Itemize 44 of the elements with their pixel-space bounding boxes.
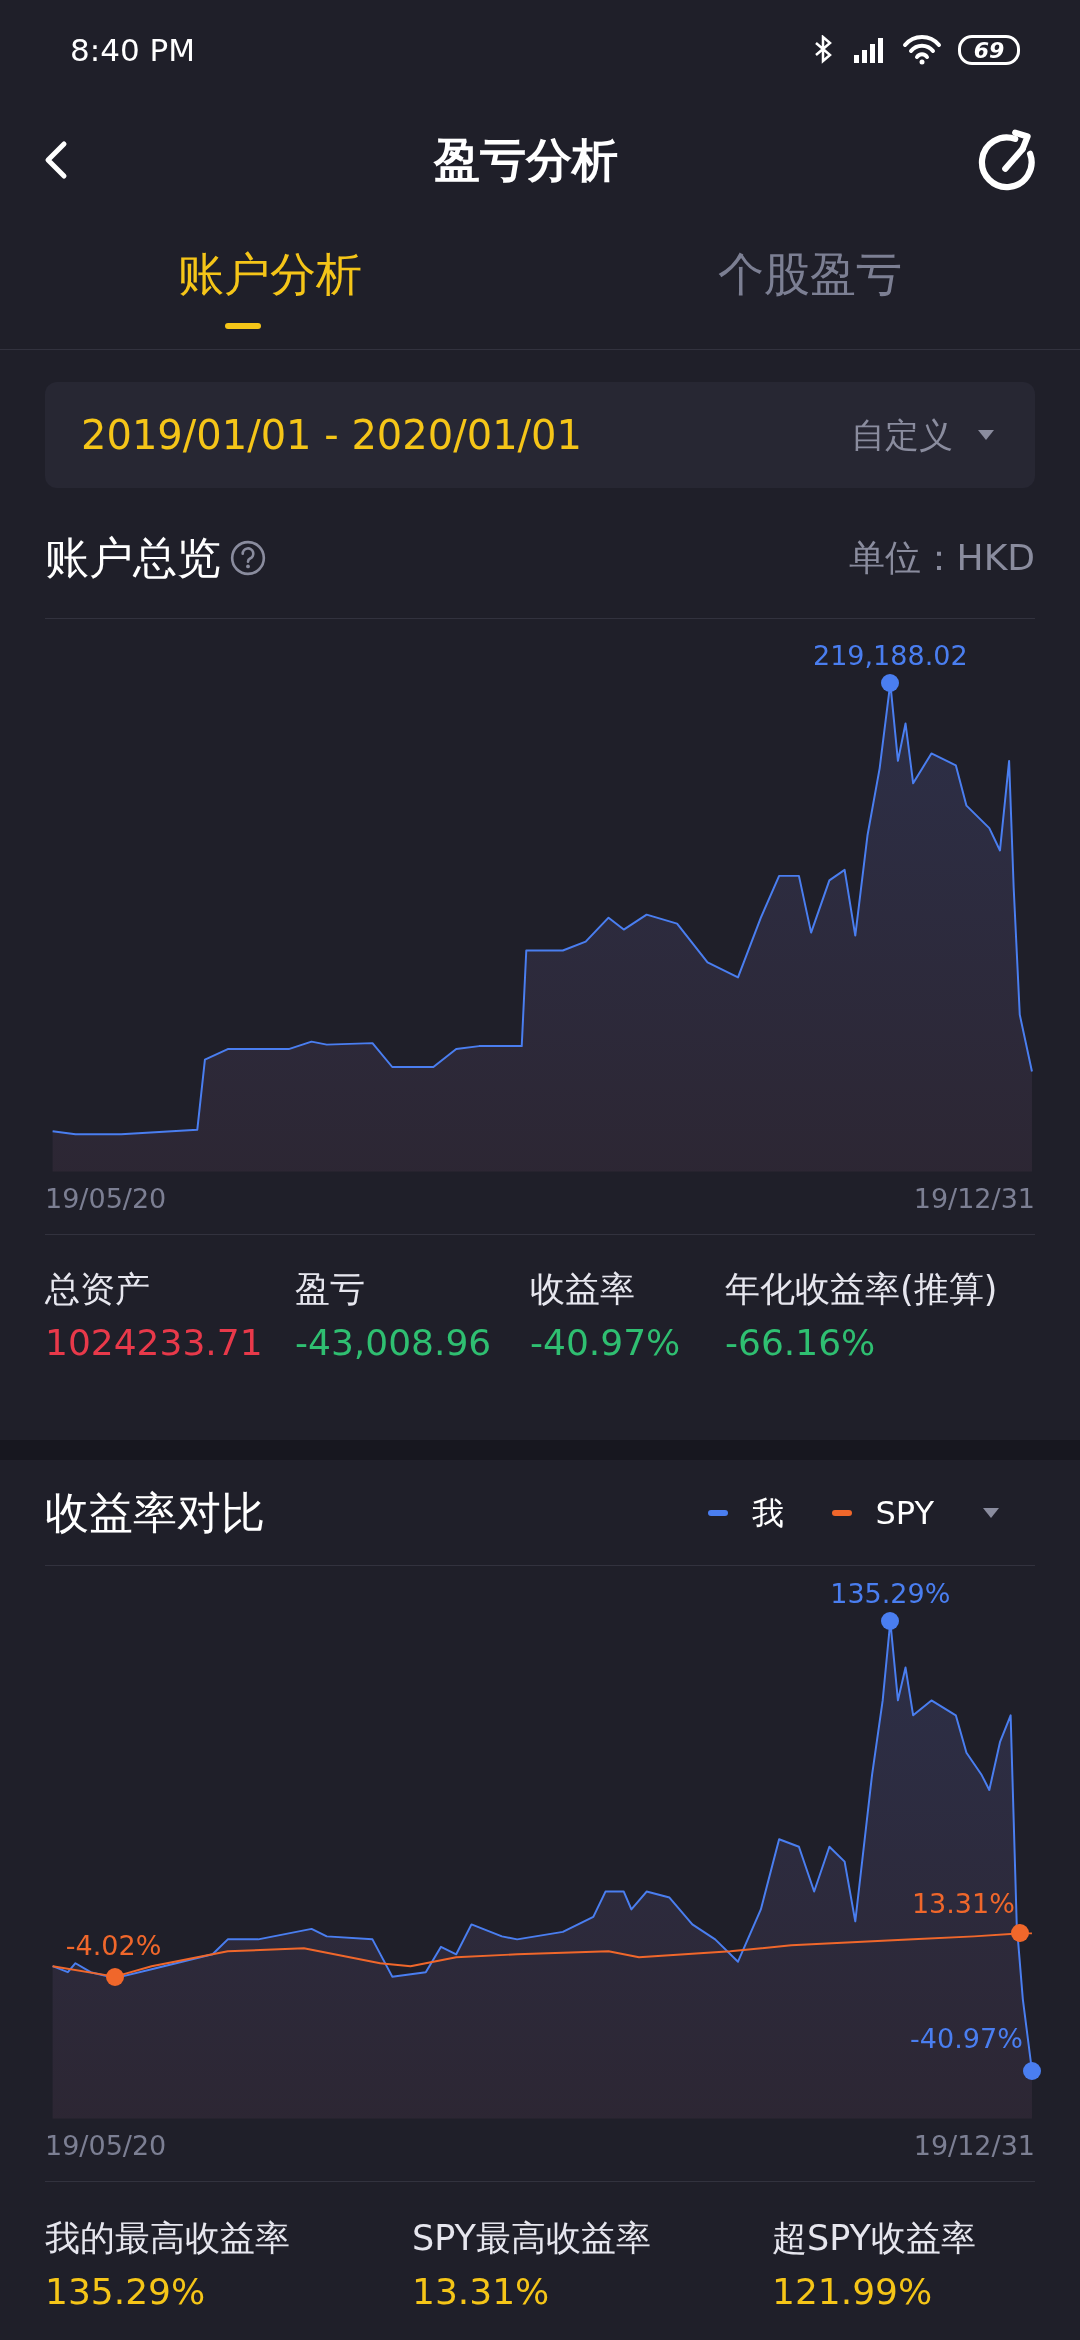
range-mode: 自定义 (851, 413, 953, 457)
status-time: 8:40 PM (70, 30, 195, 70)
data-point (881, 674, 900, 693)
stat-value: 135.29% (45, 2269, 207, 2314)
section-title: 账户总览 (45, 531, 221, 585)
stat-label: 年化收益率(推算) (725, 1268, 999, 1311)
dropdown-icon (977, 428, 995, 442)
stat-value: 121.99% (772, 2269, 934, 2314)
end-return-label: -40.97% (910, 2021, 1023, 2056)
stat-value: 13.31% (412, 2269, 551, 2314)
data-point (881, 1612, 900, 1631)
legend-label: SPY (875, 1492, 934, 1534)
date-range-selector[interactable]: 2019/01/01 - 2020/01/01 自定义 (45, 382, 1035, 488)
help-icon[interactable] (229, 539, 267, 577)
stat-value: 1024233.71 (45, 1320, 264, 1365)
axis-label: 19/05/20 (45, 1181, 167, 1216)
spy-end-label: 13.31% (911, 1886, 1015, 1921)
stat-label: 超SPY收益率 (772, 2217, 977, 2260)
section-title: 收益率对比 (45, 1485, 265, 1540)
wifi-icon (902, 34, 942, 66)
battery-indicator: 69 (958, 35, 1020, 65)
spy-min-label: -4.02% (65, 1928, 162, 1963)
tab[interactable]: 账户分析 (178, 240, 362, 329)
stat-label: 盈亏 (295, 1268, 366, 1311)
page-title: 盈亏分析 (434, 131, 618, 189)
stat-value: -66.16% (725, 1320, 877, 1365)
date-range: 2019/01/01 - 2020/01/01 (81, 411, 582, 460)
max-return-label: 135.29% (830, 1576, 951, 1611)
stat-label: 收益率 (530, 1268, 636, 1311)
stat-label: 我的最高收益率 (45, 2217, 291, 2260)
axis-label: 19/05/20 (45, 2128, 167, 2163)
data-point (106, 1967, 125, 1986)
axis-label: 19/12/31 (913, 2128, 1035, 2163)
stat-value: -43,008.96 (295, 1320, 493, 1365)
legend-label: 我 (751, 1492, 784, 1534)
signal-icon (852, 35, 886, 65)
stat-label: 总资产 (45, 1268, 151, 1311)
stat-value: -40.97% (530, 1320, 682, 1365)
dropdown-icon[interactable] (982, 1505, 1000, 1520)
tab[interactable]: 个股盈亏 (718, 240, 902, 329)
peak-label: 219,188.02 (813, 638, 968, 673)
unit-label: 单位：HKD (848, 536, 1035, 580)
axis-label: 19/12/31 (913, 1181, 1035, 1216)
stat-label: SPY最高收益率 (412, 2217, 652, 2260)
